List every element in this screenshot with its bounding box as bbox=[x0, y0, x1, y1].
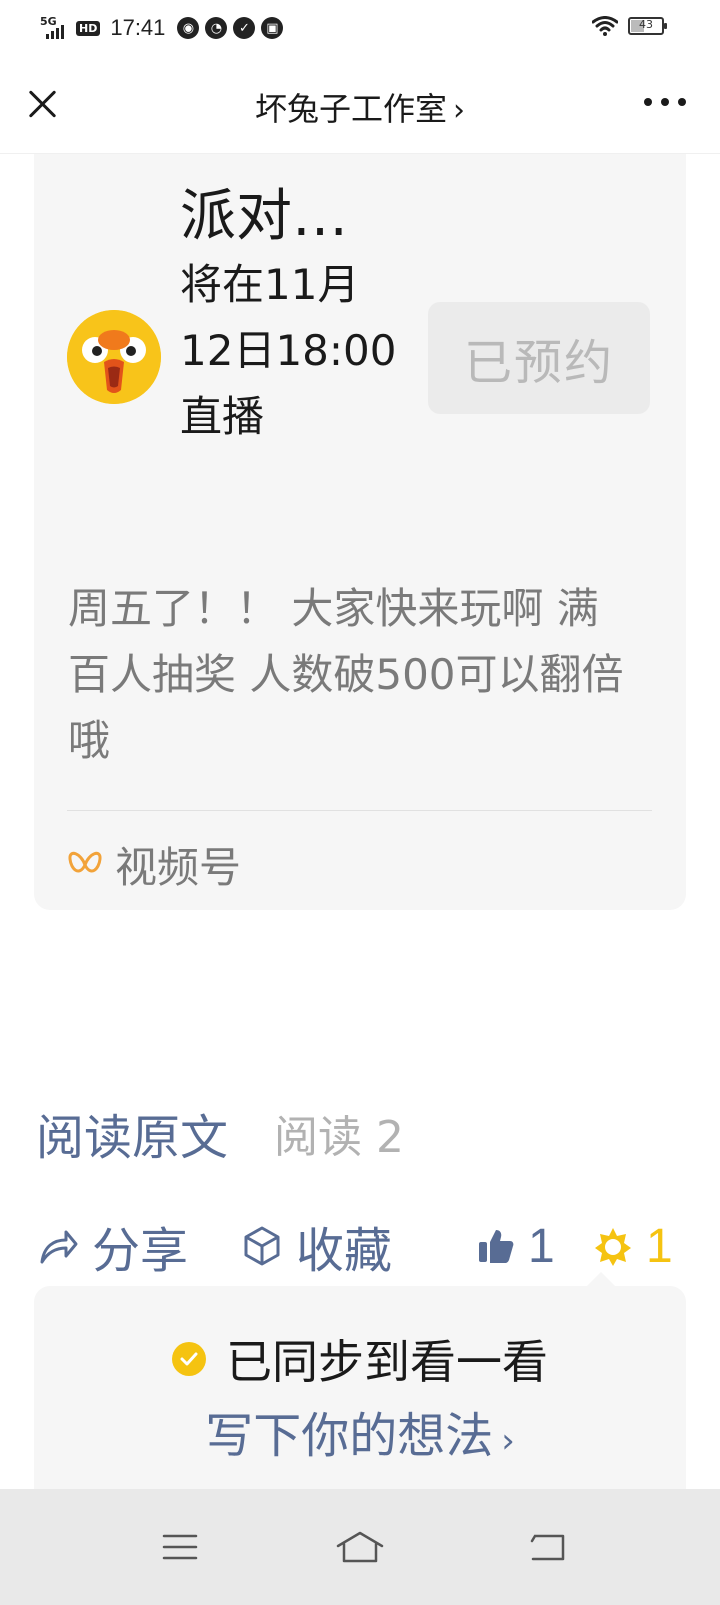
chevron-right-icon: › bbox=[501, 1421, 515, 1461]
read-row: 阅读原文 阅读 2 bbox=[36, 1098, 404, 1168]
live-info: 派对… 将在11月12日18:00 直播 bbox=[180, 182, 400, 450]
live-card[interactable]: 派对… 将在11月12日18:00 直播 已预约 周五了！！ 大家快来玩啊 满百… bbox=[34, 154, 686, 910]
like-button[interactable]: 1 bbox=[476, 1210, 555, 1282]
check-icon bbox=[172, 1342, 206, 1376]
channels-source: 视频号 bbox=[67, 834, 241, 894]
menu-icon[interactable] bbox=[152, 1519, 208, 1575]
speed-icon: ◔ bbox=[205, 17, 228, 39]
wow-count: 1 bbox=[646, 1219, 673, 1273]
hd-badge: HD bbox=[76, 20, 101, 36]
divider bbox=[67, 810, 652, 811]
favorite-button[interactable]: 收藏 bbox=[240, 1210, 392, 1282]
write-thoughts-label: 写下你的想法 bbox=[205, 1408, 494, 1464]
app-icon: ▣ bbox=[261, 17, 284, 39]
favorite-icon bbox=[244, 1226, 280, 1266]
action-bar: 分享 收藏 1 1 bbox=[36, 1210, 720, 1282]
home-icon[interactable] bbox=[332, 1519, 388, 1575]
live-title: 派对… bbox=[180, 184, 348, 249]
chevron-right-icon: › bbox=[453, 93, 465, 128]
write-thoughts-link[interactable]: 写下你的想法 › bbox=[34, 1396, 686, 1466]
sync-box: 已同步到看一看 写下你的想法 › bbox=[34, 1286, 686, 1496]
sync-status-text: 已同步到看一看 bbox=[226, 1335, 548, 1389]
system-nav-bar bbox=[0, 1489, 720, 1605]
share-button[interactable]: 分享 bbox=[36, 1210, 188, 1282]
account-name: 坏兔子工作室 bbox=[254, 90, 447, 128]
like-count: 1 bbox=[528, 1219, 555, 1273]
live-schedule: 将在11月12日18:00 直播 bbox=[180, 260, 397, 441]
share-icon bbox=[40, 1230, 78, 1264]
status-left: 5G HD 17:41 ◉ ◔ ✓ ▣ bbox=[40, 12, 284, 44]
account-title[interactable]: 坏兔子工作室 › bbox=[0, 84, 720, 130]
sync-pointer bbox=[587, 1272, 615, 1286]
channels-label: 视频号 bbox=[115, 842, 242, 892]
reserved-button[interactable]: 已预约 bbox=[428, 302, 650, 414]
status-right: 43 bbox=[592, 16, 667, 36]
back-icon[interactable] bbox=[520, 1519, 576, 1575]
more-icon[interactable] bbox=[644, 98, 686, 106]
top-nav-bar: 坏兔子工作室 › bbox=[0, 58, 720, 154]
status-bar: 5G HD 17:41 ◉ ◔ ✓ ▣ 43 bbox=[0, 0, 720, 58]
signal-icon: 5G bbox=[40, 15, 70, 41]
channels-icon bbox=[68, 851, 102, 873]
sync-status: 已同步到看一看 bbox=[34, 1326, 686, 1392]
favorite-label: 收藏 bbox=[296, 1223, 393, 1279]
verified-icon: ✓ bbox=[233, 17, 256, 39]
battery-level: 43 bbox=[639, 18, 653, 31]
wow-icon bbox=[595, 1228, 631, 1266]
battery-icon: 43 bbox=[628, 17, 667, 35]
like-icon bbox=[479, 1230, 514, 1263]
wifi-icon bbox=[592, 16, 618, 36]
status-time: 17:41 bbox=[110, 15, 166, 40]
notification-icon: ◉ bbox=[177, 17, 200, 39]
article-page: 5G HD 17:41 ◉ ◔ ✓ ▣ 43 坏兔子工作室 › 派对… 将在11… bbox=[0, 0, 720, 1605]
share-label: 分享 bbox=[92, 1223, 189, 1279]
read-count: 阅读 2 bbox=[274, 1112, 404, 1163]
live-description: 周五了！！ 大家快来玩啊 满百人抽奖 人数破500可以翻倍哦 bbox=[68, 584, 624, 765]
read-original-link[interactable]: 阅读原文 bbox=[36, 1098, 228, 1168]
avatar bbox=[67, 310, 161, 404]
